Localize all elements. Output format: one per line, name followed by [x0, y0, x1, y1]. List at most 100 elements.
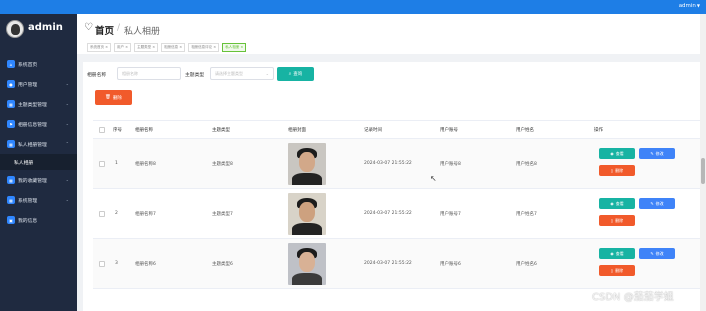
tag-album-comments[interactable]: 相册信息评论 × — [188, 43, 220, 52]
theme-type-cell: 主题类型7 — [212, 211, 233, 217]
sidebar-item-users[interactable]: ● 用户管理 ⌄ — [0, 74, 77, 94]
album-cover-image[interactable] — [288, 142, 326, 185]
tab-tags: 系统首页 × 用户 × 主题类型 × 相册信息 × 相册信息评论 × 私人相册 … — [87, 43, 247, 52]
sidebar-item-label: 系统管理 — [18, 198, 38, 204]
delete-button[interactable]: ▯ 删除 — [599, 215, 635, 226]
tag-album-info[interactable]: 相册信息 × — [161, 43, 186, 52]
header-actions: 操作 — [594, 127, 603, 133]
grid-icon: ▦ — [7, 196, 15, 204]
record-time-cell: 2024-03-07 21:55:22 — [364, 211, 412, 216]
trash-icon: ▯ — [610, 268, 614, 273]
sidebar-item-private-album[interactable]: ▦ 私人相册管理 ⌃ — [0, 134, 77, 154]
search-button[interactable]: ⌕ 查询 — [277, 67, 314, 81]
view-button[interactable]: ◉ 查看 — [599, 198, 635, 209]
user-menu[interactable]: admin▼ — [679, 3, 700, 9]
username-label: admin — [678, 3, 696, 9]
sidebar-item-label: 相册信息管理 — [18, 122, 47, 128]
user-account-cell: 用户账号6 — [440, 261, 461, 267]
album-cover-image[interactable] — [288, 242, 326, 285]
sidebar-item-label: 我的收藏管理 — [18, 178, 47, 184]
delete-button[interactable]: ▯ 删除 — [599, 165, 635, 176]
tag-theme-type[interactable]: 主题类型 × — [134, 43, 159, 52]
edit-button[interactable]: ✎ 修改 — [639, 248, 675, 259]
cover-cell — [288, 139, 326, 188]
album-cover-image[interactable] — [288, 192, 326, 235]
view-button[interactable]: ◉ 查看 — [599, 248, 635, 259]
user-name-cell: 用户姓名7 — [516, 211, 537, 217]
record-time-cell: 2024-03-07 21:55:22 — [364, 161, 412, 166]
sidebar-item-favorites[interactable]: ▦ 我的收藏管理 ⌄ — [0, 170, 77, 190]
theme-type-placeholder: 请选择主题类型 — [215, 71, 243, 76]
row-index: 1 — [115, 161, 118, 166]
row-checkbox[interactable] — [99, 160, 105, 167]
grid-icon: ▦ — [7, 176, 15, 184]
table-header-row: 序号 相册名称 主题类型 相册封面 记录时间 用户账号 用户姓名 操作 — [93, 121, 701, 139]
sidebar-item-label: 用户管理 — [18, 82, 38, 88]
album-name-cell: 相册名称7 — [135, 211, 156, 217]
trash-icon: 🗑 — [105, 95, 111, 100]
scrollbar-thumb[interactable] — [701, 158, 705, 184]
sidebar-item-theme-type[interactable]: ▦ 主题类型管理 ⌄ — [0, 94, 77, 114]
table-row: 2 相册名称7 主题类型7 2024-03-07 21:55:22 用户账号7 … — [93, 189, 701, 239]
user-name-cell: 用户姓名8 — [516, 161, 537, 167]
record-time-cell: 2024-03-07 21:55:22 — [364, 261, 412, 266]
edit-button[interactable]: ✎ 修改 — [639, 148, 675, 159]
cover-cell — [288, 239, 326, 288]
page-scrollbar[interactable] — [700, 14, 706, 311]
chevron-down-icon: ⌄ — [65, 177, 69, 182]
sidebar-item-label: 主题类型管理 — [18, 102, 47, 108]
eye-icon: ◉ — [610, 201, 614, 206]
checkbox-cell — [99, 239, 105, 288]
header-album-cover: 相册封面 — [288, 127, 306, 133]
trash-icon: ▯ — [610, 218, 614, 223]
sidebar-item-my-info[interactable]: ▣ 我的信息 — [0, 210, 77, 230]
chevron-down-icon: ⌄ — [65, 101, 69, 106]
album-name-cell: 相册名称6 — [135, 261, 156, 267]
edit-icon: ✎ — [650, 251, 654, 256]
heart-icon: ♡ — [84, 22, 93, 33]
theme-type-cell: 主题类型6 — [212, 261, 233, 267]
search-button-label: 查询 — [293, 72, 303, 77]
user-account-cell: 用户账号8 — [440, 161, 461, 167]
tag-home[interactable]: 系统首页 × — [87, 43, 112, 52]
grid-icon: ▦ — [7, 140, 15, 148]
theme-type-label: 主题类型 — [185, 73, 205, 78]
sidebar-item-album-info[interactable]: ⚑ 相册信息管理 ⌄ — [0, 114, 77, 134]
chevron-up-icon: ⌃ — [65, 141, 69, 146]
tag-users[interactable]: 用户 × — [114, 43, 132, 52]
row-checkbox[interactable] — [99, 260, 105, 267]
card-icon: ▣ — [7, 216, 15, 224]
delete-button[interactable]: ▯ 删除 — [599, 265, 635, 276]
table-row: 3 相册名称6 主题类型6 2024-03-07 21:55:22 用户账号6 … — [93, 239, 701, 289]
sidebar-item-label: 我的信息 — [18, 218, 38, 224]
row-checkbox[interactable] — [99, 210, 105, 217]
sidebar: admin ⌂ 系统首页 ● 用户管理 ⌄ ▦ 主题类型管理 ⌄ ⚑ 相册信息管理 ⌄ ▦ 私人… — [0, 14, 77, 311]
batch-delete-button[interactable]: 🗑 删除 — [95, 90, 132, 105]
page-header: ♡ 首页 / 私人相册 系统首页 × 用户 × 主题类型 × 相册信息 × 相册… — [77, 14, 700, 54]
sidebar-subitem-private-album[interactable]: 私人相册 — [0, 154, 77, 170]
eye-icon: ◉ — [610, 251, 614, 256]
theme-type-select[interactable]: 请选择主题类型 ⌄ — [210, 67, 274, 80]
breadcrumb-current: 私人相册 — [124, 27, 161, 37]
table-row: 1 相册名称8 主题类型8 2024-03-07 21:55:22 用户账号8 … — [93, 139, 701, 189]
select-all-checkbox[interactable] — [99, 126, 105, 133]
top-bar: admin▼ — [0, 0, 706, 14]
header-album-name: 相册名称 — [135, 127, 153, 133]
sidebar-item-home[interactable]: ⌂ 系统首页 — [0, 54, 77, 74]
edit-button[interactable]: ✎ 修改 — [639, 198, 675, 209]
avatar — [6, 20, 24, 38]
view-button[interactable]: ◉ 查看 — [599, 148, 635, 159]
cover-cell — [288, 189, 326, 238]
sidebar-item-system[interactable]: ▦ 系统管理 ⌄ — [0, 190, 77, 210]
breadcrumb-home[interactable]: 首页 — [95, 23, 114, 37]
header-theme-type: 主题类型 — [212, 127, 230, 133]
home-icon: ⌂ — [7, 60, 15, 68]
tag-private-album[interactable]: 私人相册 × — [222, 43, 247, 52]
chevron-down-icon: ⌄ — [65, 121, 69, 126]
album-name-input[interactable]: 相册名称 — [117, 67, 181, 80]
header-index: 序号 — [113, 127, 122, 133]
select-all-cell — [99, 121, 105, 138]
album-name-cell: 相册名称8 — [135, 161, 156, 167]
eye-icon: ◉ — [610, 151, 614, 156]
edit-icon: ✎ — [650, 201, 654, 206]
